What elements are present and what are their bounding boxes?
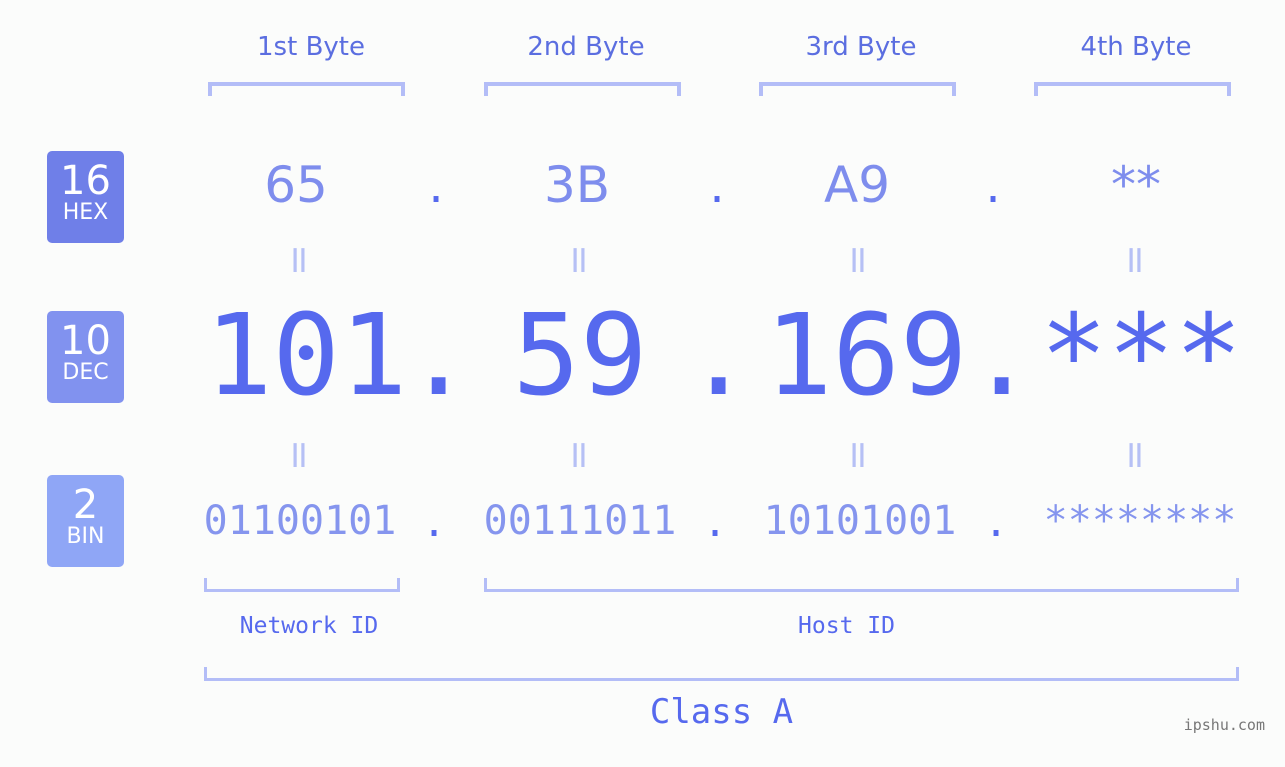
watermark: ipshu.com — [1183, 716, 1265, 734]
bin-separator-2: . — [703, 500, 728, 546]
class-bracket — [204, 667, 1239, 681]
byte-bracket-3 — [759, 82, 956, 96]
dec-separator-1: . — [405, 291, 473, 421]
hex-badge: 16 HEX — [47, 151, 124, 243]
dec-base: 10 — [60, 318, 111, 364]
byte-header-1: 1st Byte — [257, 32, 365, 62]
bin-label: BIN — [66, 524, 105, 549]
bin-byte-3: 10101001 — [763, 498, 957, 544]
byte-bracket-2 — [484, 82, 681, 96]
network-id-label: Network ID — [239, 613, 379, 639]
bin-base: 2 — [72, 482, 99, 528]
bin-byte-4: ******** — [1043, 498, 1237, 544]
bin-separator-3: . — [984, 500, 1009, 546]
dec-label: DEC — [62, 360, 109, 385]
hex-separator-3: . — [981, 166, 1006, 212]
byte-bracket-1 — [208, 82, 405, 96]
hex-separator-2: . — [705, 166, 730, 212]
class-label: Class A — [649, 692, 794, 732]
bin-byte-1: 01100101 — [203, 498, 397, 544]
byte-bracket-4 — [1034, 82, 1231, 96]
bin-badge: 2 BIN — [47, 475, 124, 567]
byte-header-2: 2nd Byte — [527, 32, 645, 62]
bin-byte-2: 00111011 — [483, 498, 677, 544]
dec-badge: 10 DEC — [47, 311, 124, 403]
byte-header-3: 3rd Byte — [805, 32, 917, 62]
bin-separator-1: . — [422, 500, 447, 546]
dec-separator-2: . — [685, 291, 753, 421]
network-id-bracket — [204, 578, 400, 592]
hex-separator-1: . — [424, 166, 449, 212]
host-id-label: Host ID — [798, 613, 895, 639]
dec-separator-3: . — [968, 291, 1036, 421]
hex-base: 16 — [60, 158, 111, 204]
host-id-bracket — [484, 578, 1239, 592]
hex-label: HEX — [62, 200, 109, 225]
byte-header-4: 4th Byte — [1080, 32, 1192, 62]
